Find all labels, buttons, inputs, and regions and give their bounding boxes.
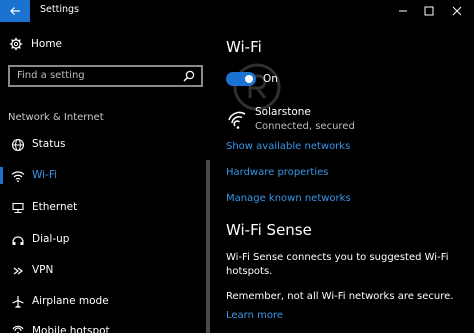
vpn-icon <box>13 267 23 275</box>
sidebar-item-label: Airplane mode <box>32 295 109 307</box>
home-label: Home <box>31 38 63 50</box>
window-title: Settings <box>40 4 79 15</box>
hardware-properties-link[interactable]: Hardware properties <box>226 167 329 178</box>
wifi-signal-icon <box>228 111 246 129</box>
watermark-logo-icon <box>233 63 281 111</box>
wifi-icon <box>11 171 25 183</box>
airplane-icon <box>12 296 24 309</box>
close-button[interactable] <box>444 0 470 22</box>
minimize-icon <box>399 10 407 12</box>
sidebar-item-status[interactable]: Status <box>0 133 205 157</box>
sidebar-item-label: Status <box>32 138 66 150</box>
sidebar-item-ethernet[interactable]: Ethernet <box>0 196 205 220</box>
back-button[interactable] <box>0 0 30 22</box>
minimize-button[interactable] <box>390 0 416 22</box>
wifi-sense-note: Remember, not all Wi-Fi networks are sec… <box>226 291 454 302</box>
selection-indicator <box>0 167 3 184</box>
title-bar: Settings <box>0 0 474 22</box>
manage-known-networks-link[interactable]: Manage known networks <box>226 193 351 204</box>
hotspot-icon <box>12 325 24 333</box>
network-status: Connected, secured <box>255 121 355 132</box>
gear-icon <box>9 37 23 51</box>
sidebar-item-vpn[interactable]: VPN <box>0 259 205 283</box>
search-icon <box>183 70 195 82</box>
toggle-knob <box>245 75 253 83</box>
learn-more-link[interactable]: Learn more <box>226 310 283 321</box>
network-name: Solarstone <box>255 106 311 118</box>
dial-up-icon <box>12 236 24 245</box>
search-placeholder: Find a setting <box>17 70 85 81</box>
close-icon <box>452 6 462 16</box>
sidebar-item-label: Ethernet <box>32 201 78 213</box>
wifi-toggle[interactable] <box>226 72 256 86</box>
wifi-sense-description: Wi-Fi Sense connects you to suggested Wi… <box>226 252 449 277</box>
toggle-state-label: On <box>263 73 278 85</box>
sidebar-item-airplane-mode[interactable]: Airplane mode <box>0 290 205 314</box>
sidebar-item-label: Dial-up <box>32 233 70 245</box>
page-title: Wi-Fi <box>226 38 262 56</box>
wifi-sense-title: Wi-Fi Sense <box>226 221 312 239</box>
scrollbar-thumb[interactable] <box>206 160 210 333</box>
maximize-button[interactable] <box>416 0 442 22</box>
home-button[interactable]: Home <box>0 34 205 56</box>
sidebar-item-wifi[interactable]: Wi-Fi <box>0 164 205 188</box>
sidebar-item-label: Wi-Fi <box>32 169 58 181</box>
sidebar-item-label: Mobile hotspot <box>32 325 110 333</box>
connected-network[interactable]: Solarstone Connected, secured <box>226 106 446 136</box>
search-input[interactable]: Find a setting <box>8 65 203 87</box>
show-available-networks-link[interactable]: Show available networks <box>226 141 350 152</box>
ethernet-icon <box>12 202 24 214</box>
section-label: Network & Internet <box>8 112 104 123</box>
back-arrow-icon <box>10 7 20 15</box>
sidebar-item-label: VPN <box>32 264 54 276</box>
sidebar-item-mobile-hotspot[interactable]: Mobile hotspot <box>0 320 205 333</box>
sidebar-item-dial-up[interactable]: Dial-up <box>0 228 205 252</box>
globe-icon <box>11 138 25 152</box>
maximize-icon <box>424 6 434 16</box>
